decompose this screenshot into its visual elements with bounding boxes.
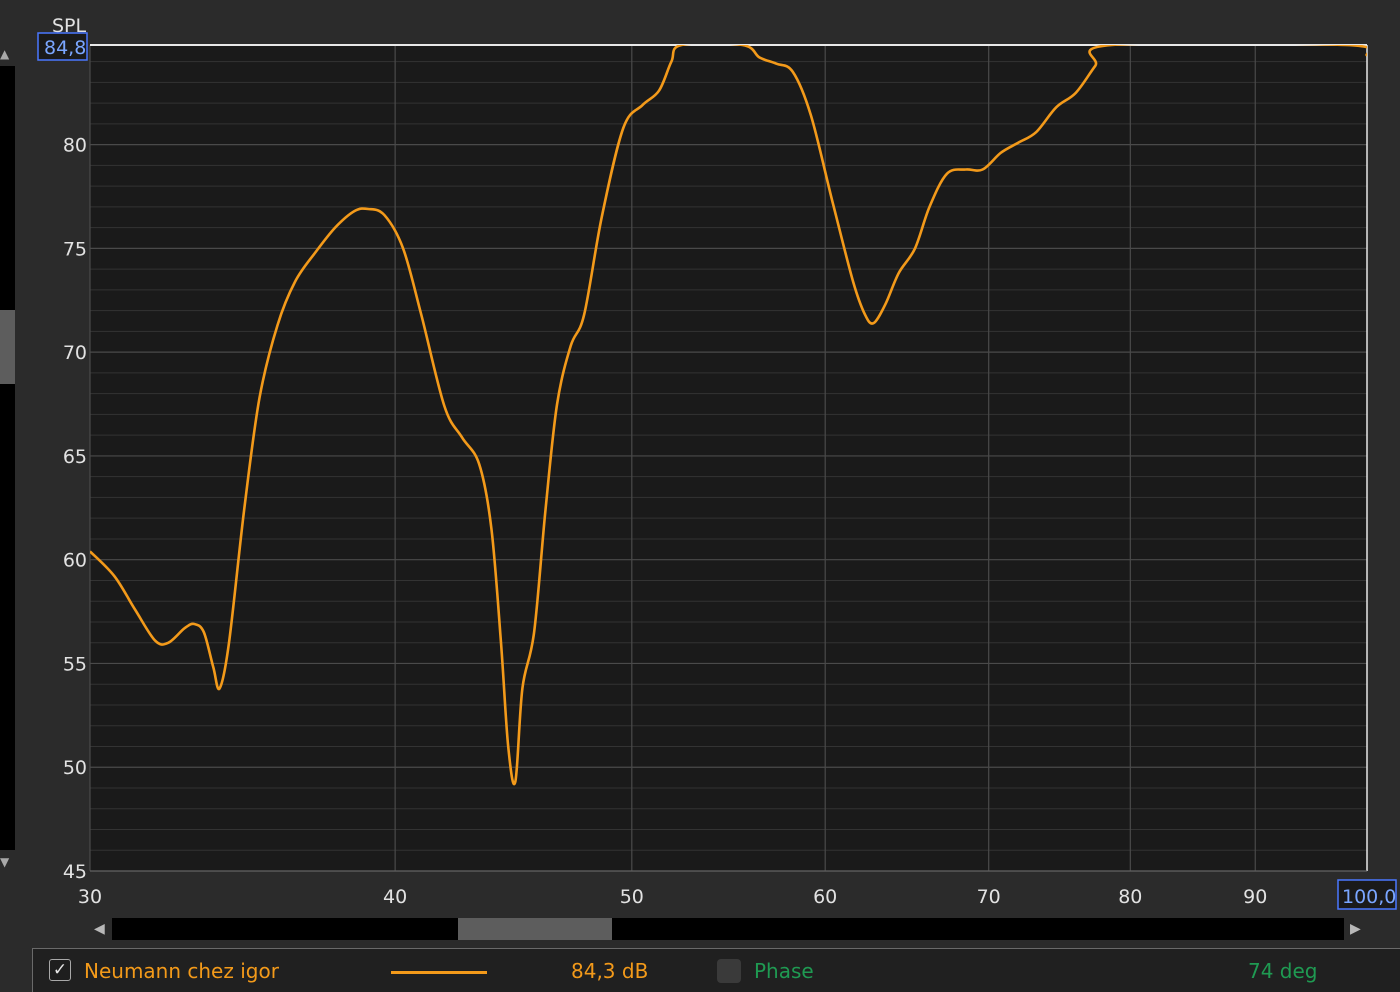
plot-area bbox=[90, 45, 1367, 871]
x-tick-label: 80 bbox=[1118, 886, 1142, 908]
series-name: Neumann chez igor bbox=[84, 959, 279, 983]
scroll-right-arrow-icon[interactable]: ▶ bbox=[1350, 918, 1361, 940]
phase-label: Phase bbox=[754, 959, 814, 983]
y-tick-label: 55 bbox=[63, 653, 87, 675]
spl-chart[interactable]: SPL 4550556065707580 30 40 50 60 70 80 90 84,8… bbox=[0, 0, 1400, 915]
legend-bar: ✓ Neumann chez igor 84,3 dB Phase 74 deg bbox=[32, 948, 1400, 992]
phase-checkbox[interactable] bbox=[717, 959, 741, 983]
series-line-swatch bbox=[391, 971, 487, 974]
x-tick-label: 50 bbox=[620, 886, 644, 908]
x-tick-label: 70 bbox=[977, 886, 1001, 908]
y-tick-label: 80 bbox=[63, 135, 87, 157]
y-tick-label: 45 bbox=[63, 861, 87, 883]
x-max-readout[interactable]: 100,0 bbox=[1337, 879, 1397, 910]
scroll-left-arrow-icon[interactable]: ◀ bbox=[94, 918, 105, 940]
x-tick-labels: 30 40 50 60 70 80 90 bbox=[78, 886, 1267, 908]
y-tick-label: 70 bbox=[63, 342, 87, 364]
horizontal-scrollbar-thumb[interactable] bbox=[458, 918, 612, 940]
y-tick-label: 75 bbox=[63, 238, 87, 260]
y-tick-labels: 45 50 55 60 65 70 75 80 bbox=[63, 135, 87, 883]
x-tick-label: 60 bbox=[813, 886, 837, 908]
check-icon: ✓ bbox=[52, 960, 68, 980]
y-tick-label: 60 bbox=[63, 550, 87, 572]
x-tick-label: 40 bbox=[383, 886, 407, 908]
x-max-readout-text: 100,0 bbox=[1342, 886, 1396, 908]
phase-value: 74 deg bbox=[1248, 959, 1318, 983]
horizontal-scrollbar[interactable] bbox=[112, 918, 1344, 940]
x-tick-label: 30 bbox=[78, 886, 102, 908]
y-tick-label: 65 bbox=[63, 446, 87, 468]
y-max-readout-text: 84,8 bbox=[44, 37, 86, 59]
y-max-readout[interactable]: 84,8 bbox=[37, 32, 88, 61]
series-cursor-value: 84,3 dB bbox=[571, 959, 649, 983]
x-tick-label: 90 bbox=[1243, 886, 1267, 908]
y-tick-label: 50 bbox=[63, 757, 87, 779]
series-checkbox[interactable]: ✓ bbox=[49, 959, 71, 981]
